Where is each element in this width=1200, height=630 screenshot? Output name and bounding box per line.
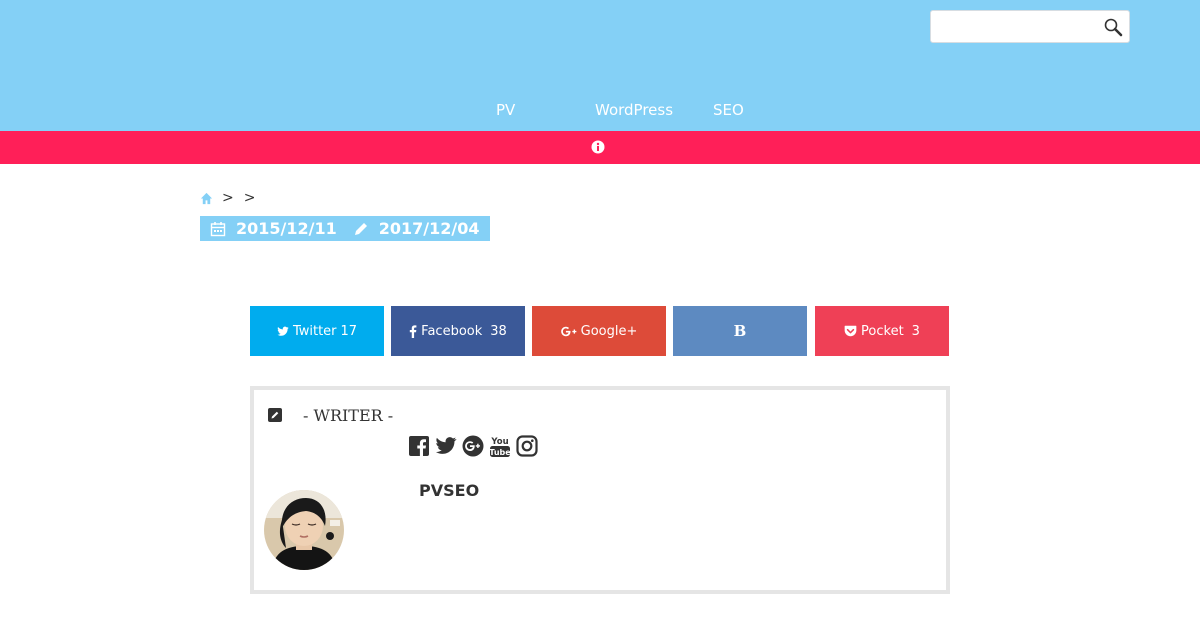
googleplus-share-button[interactable]: Google+ [532, 306, 666, 356]
svg-text:Tube: Tube [489, 448, 511, 457]
pocket-share-button[interactable]: Pocket 3 [815, 306, 949, 356]
writer-social-links: You Tube [408, 434, 543, 462]
facebook-share-button[interactable]: Facebook 38 [391, 306, 525, 356]
twitter-icon[interactable] [435, 436, 457, 460]
pencil-icon [354, 222, 367, 235]
google-plus-icon [560, 326, 577, 336]
pocket-share-count: 3 [911, 323, 920, 339]
writer-label: - WRITER - [303, 406, 394, 425]
google-plus-icon[interactable] [462, 435, 484, 461]
facebook-icon [409, 324, 417, 338]
breadcrumb-separator: > [222, 190, 234, 206]
twitter-share-label: Twitter [292, 323, 337, 339]
site-header: PV WordPress SEO [0, 0, 1200, 131]
calendar-icon [210, 221, 226, 236]
avatar [264, 490, 344, 570]
writer-box: - WRITER - You Tube PVSEO [250, 386, 950, 594]
info-icon [591, 140, 605, 154]
search-box [930, 10, 1130, 43]
svg-text:You: You [490, 437, 508, 447]
youtube-icon[interactable]: You Tube [489, 434, 511, 462]
facebook-share-label: Facebook [421, 323, 483, 339]
writer-name: PVSEO [419, 481, 480, 500]
breadcrumb: > > [200, 189, 265, 207]
facebook-share-count: 38 [490, 323, 507, 339]
instagram-icon[interactable] [516, 435, 538, 461]
nav-item-wordpress[interactable]: WordPress [595, 101, 673, 119]
search-icon[interactable] [1103, 17, 1123, 37]
updated-date: 2017/12/04 [378, 219, 480, 238]
search-input[interactable] [937, 17, 1097, 37]
facebook-icon[interactable] [408, 435, 430, 461]
nav-item-seo[interactable]: SEO [713, 101, 744, 119]
published-date: 2015/12/11 [236, 219, 337, 238]
main-nav: PV WordPress SEO [0, 101, 1200, 121]
home-icon[interactable] [200, 192, 213, 205]
post-dates: 2015/12/11 2017/12/04 [200, 216, 490, 241]
breadcrumb-separator: > [243, 190, 256, 206]
twitter-share-count: 17 [340, 323, 358, 339]
twitter-share-button[interactable]: Twitter 17 [250, 306, 384, 356]
hatena-share-button[interactable]: B [673, 306, 807, 356]
hatena-bookmark-icon: B [733, 322, 747, 340]
notice-bar [0, 131, 1200, 164]
pocket-share-label: Pocket [861, 323, 904, 339]
edit-icon [268, 408, 282, 422]
twitter-icon [277, 326, 289, 336]
nav-item-pv[interactable]: PV [496, 101, 515, 119]
googleplus-share-label: Google+ [580, 323, 638, 339]
pocket-icon [844, 325, 857, 337]
share-buttons: Twitter 17 Facebook 38 Google+ B Pocket … [250, 306, 950, 356]
